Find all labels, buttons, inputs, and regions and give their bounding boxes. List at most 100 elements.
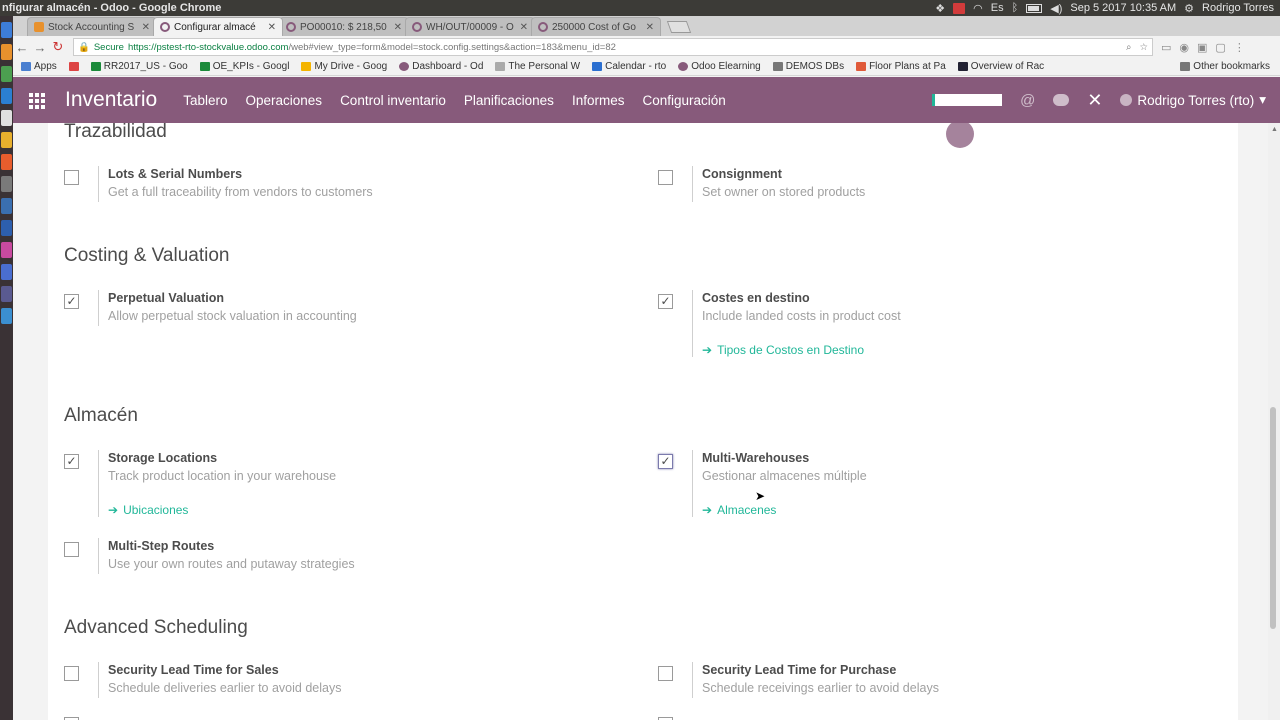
scroll-up-icon[interactable]: ▲ (1271, 126, 1278, 133)
url-text: https://pstest-rto-stockvalue.odoo.com/w… (128, 42, 616, 53)
bookmark-item[interactable]: RR2017_US - Goo (90, 61, 188, 72)
recorder-icon[interactable] (953, 2, 966, 14)
reload-icon[interactable]: ↻ (49, 39, 67, 55)
launcher-app-icon[interactable] (1, 88, 12, 104)
back-arrow-icon[interactable]: ← (13, 40, 31, 55)
apps-menu-icon[interactable] (29, 93, 49, 109)
tab[interactable]: WH/OUT/00009 - O ✕ (405, 17, 535, 36)
menu-icon[interactable]: ⋮ (1234, 41, 1245, 54)
menu-control-inventario[interactable]: Control inventario (340, 93, 446, 108)
locations-link[interactable]: ➔ Ubicaciones (108, 503, 336, 517)
bookmark-item[interactable]: Calendar - rto (592, 61, 666, 72)
extension-icon[interactable]: ▣ (1197, 41, 1207, 54)
star-icon[interactable]: ☆ (1139, 42, 1148, 53)
bookmark-item[interactable] (68, 62, 79, 71)
launcher-app-icon[interactable] (1, 308, 12, 324)
bookmark-item[interactable]: Floor Plans at Pa (856, 61, 946, 72)
bookmark-item[interactable]: OE_KPIs - Googl (199, 61, 289, 72)
close-icon[interactable]: ✕ (268, 22, 276, 33)
setting-name: Perpetual Valuation (108, 291, 225, 305)
bookmark-label: Other bookmarks (1193, 61, 1270, 72)
forward-arrow-icon[interactable]: → (31, 40, 49, 55)
close-icon[interactable]: ✕ (142, 22, 150, 33)
wifi-icon[interactable]: ◠ (973, 2, 983, 15)
launcher-app-icon[interactable] (1, 242, 12, 258)
bookmark-item[interactable]: The Personal W (495, 61, 580, 72)
bookmark-folder[interactable]: DEMOS DBs (772, 61, 844, 72)
menu-tablero[interactable]: Tablero (183, 93, 227, 108)
bookmark-item[interactable]: Odoo Elearning (678, 61, 761, 72)
checkbox-multi-warehouses[interactable]: ✓ (658, 454, 673, 469)
checkbox-perpetual-valuation[interactable]: ✓ (64, 294, 79, 309)
bluetooth-icon[interactable]: ᛒ (1012, 2, 1019, 14)
extension-icon[interactable]: ◉ (1179, 41, 1189, 54)
warehouses-link[interactable]: ➔ Almacenes (702, 503, 867, 517)
menu-informes[interactable]: Informes (572, 93, 625, 108)
checkbox-multi-step-routes[interactable] (64, 542, 79, 557)
user-menu[interactable]: Rodrigo Torres (rto) ▾ (1120, 92, 1266, 108)
app-launcher (0, 16, 13, 720)
other-bookmarks[interactable]: Other bookmarks (1180, 61, 1280, 72)
launcher-app-icon[interactable] (1, 44, 12, 60)
browser-toolbar: ← → ↻ 🔒 Secure https://pstest-rto-stockv… (13, 36, 1280, 58)
bookmark-label: The Personal W (508, 61, 581, 72)
address-bar[interactable]: 🔒 Secure https://pstest-rto-stockvalue.o… (73, 38, 1153, 56)
tab-active[interactable]: Configurar almacé ✕ (153, 17, 283, 36)
bookmark-apps[interactable]: Apps (21, 61, 57, 72)
close-icon[interactable]: ✕ (646, 22, 654, 33)
launcher-app-icon[interactable] (1, 66, 12, 82)
launcher-app-icon[interactable] (1, 264, 12, 280)
mention-icon[interactable]: @ (1020, 92, 1035, 109)
setting-name: Lots & Serial Numbers (108, 167, 243, 181)
launcher-app-icon[interactable] (1, 176, 12, 192)
tab[interactable]: 250000 Cost of Go ✕ (531, 17, 661, 36)
bookmark-item[interactable]: Overview of Rac (957, 61, 1044, 72)
checkbox-lots[interactable] (64, 170, 79, 185)
cast-icon[interactable]: ▭ (1161, 41, 1171, 54)
landed-cost-types-link[interactable]: ➔ Tipos de Costos en Destino (702, 343, 901, 357)
bookmark-item[interactable]: My Drive - Goog (301, 61, 387, 72)
setting-storage-text: Storage Locations Track product location… (98, 450, 336, 517)
checkbox-landed-costs[interactable]: ✓ (658, 294, 673, 309)
close-icon[interactable]: ✕ (394, 22, 402, 33)
extension-icon[interactable]: ▢ (1215, 41, 1225, 54)
launcher-app-icon[interactable] (1, 110, 12, 126)
page-scrollbar[interactable]: ▲ (1268, 123, 1280, 720)
launcher-app-icon[interactable] (1, 198, 12, 214)
menu-configuracion[interactable]: Configuración (642, 93, 725, 108)
checkbox-storage-locations[interactable]: ✓ (64, 454, 79, 469)
dropbox-icon[interactable]: ❖ (935, 2, 945, 15)
checkbox-lead-time-purchase[interactable] (658, 666, 673, 681)
volume-icon[interactable]: ◀) (1050, 2, 1062, 15)
keyboard-icon[interactable]: Es (991, 2, 1004, 14)
section-title-scheduling: Advanced Scheduling (64, 617, 248, 638)
close-icon[interactable]: ✕ (1087, 90, 1102, 111)
chat-icon[interactable] (1053, 94, 1070, 106)
bookmark-label: Dashboard - Od (412, 61, 484, 72)
bookmark-label: My Drive - Goog (314, 61, 388, 72)
settings-gear-icon[interactable]: ⚙ (1184, 2, 1194, 15)
checkbox-consignment[interactable] (658, 170, 673, 185)
link-label: Tipos de Costos en Destino (717, 343, 865, 357)
checkbox-lead-time-sales[interactable] (64, 666, 79, 681)
app-title[interactable]: Inventario (65, 88, 157, 112)
search-icon[interactable]: ⌕ (1126, 42, 1131, 53)
battery-icon[interactable] (1026, 3, 1043, 13)
new-tab-button[interactable] (666, 21, 692, 33)
clock[interactable]: Sep 5 2017 10:35 AM (1070, 2, 1176, 14)
scrollbar-thumb[interactable] (1270, 407, 1276, 629)
launcher-app-icon[interactable] (1, 286, 12, 302)
close-icon[interactable]: ✕ (520, 22, 528, 33)
launcher-app-icon[interactable] (1, 22, 12, 38)
launcher-app-icon[interactable] (1, 154, 12, 170)
launcher-app-icon[interactable] (1, 132, 12, 148)
bookmark-item[interactable]: Dashboard - Od (399, 61, 483, 72)
secure-label: Secure (93, 41, 124, 53)
os-user[interactable]: Rodrigo Torres (1202, 2, 1274, 14)
bookmark-label: Floor Plans at Pa (869, 61, 946, 72)
menu-planificaciones[interactable]: Planificaciones (464, 93, 554, 108)
launcher-app-icon[interactable] (1, 220, 12, 236)
tab[interactable]: Stock Accounting S ✕ (27, 17, 157, 36)
tab[interactable]: PO00010: $ 218,50 ✕ (279, 17, 409, 36)
menu-operaciones[interactable]: Operaciones (246, 93, 323, 108)
